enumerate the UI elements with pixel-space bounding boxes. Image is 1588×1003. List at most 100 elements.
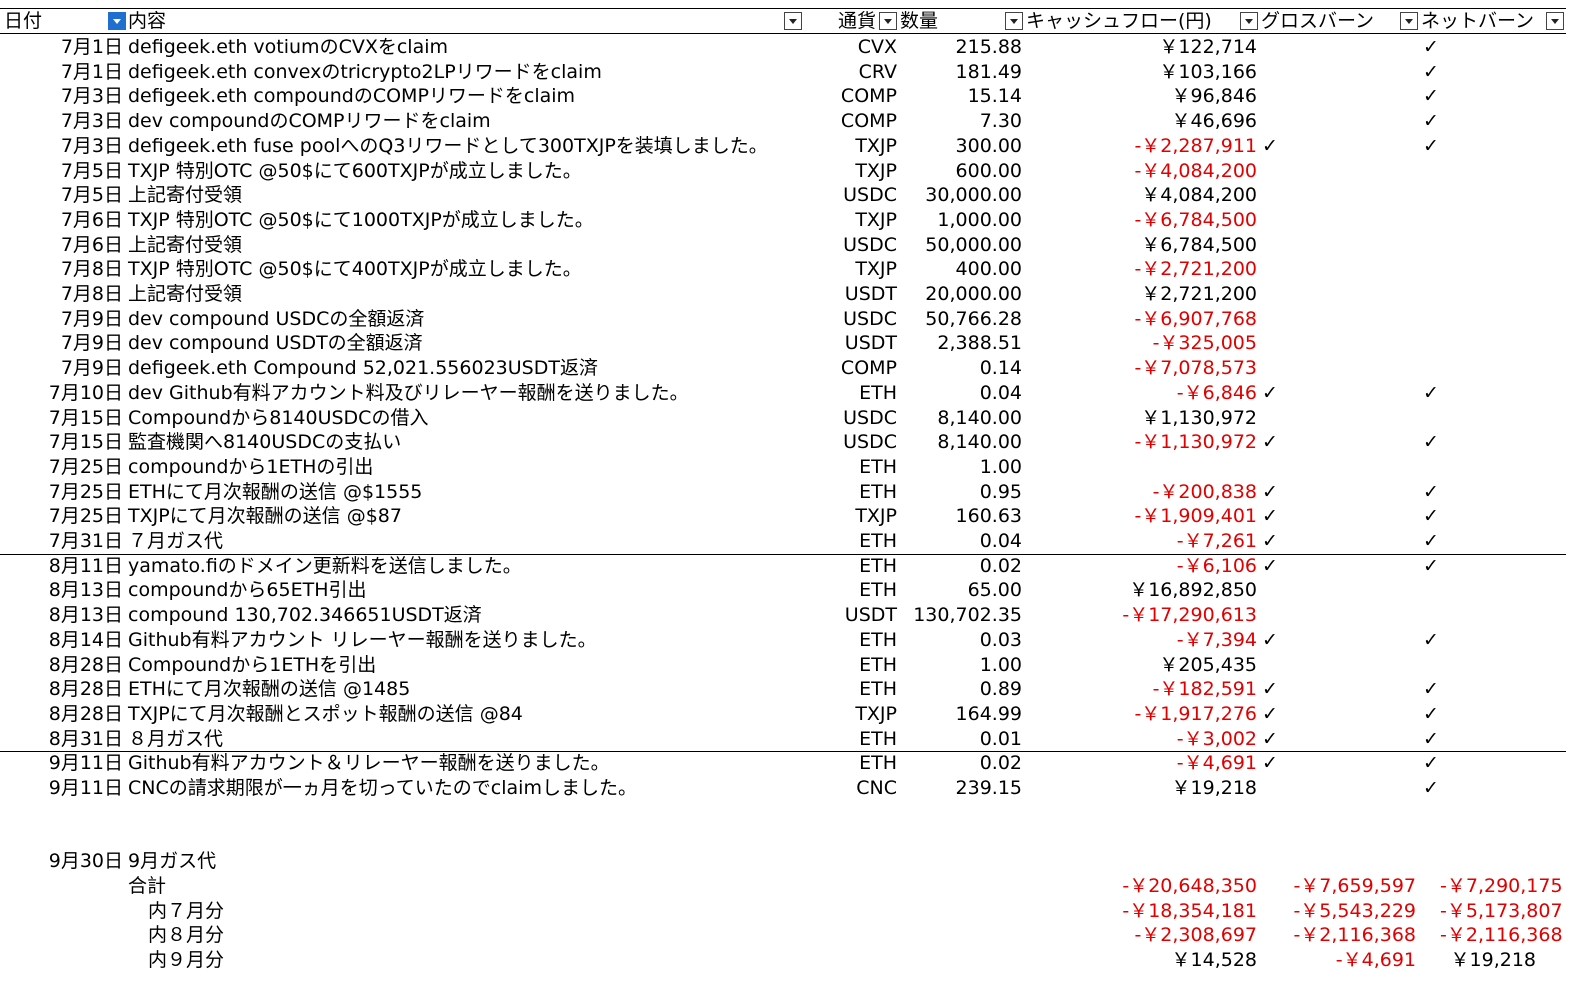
cell-cashflow[interactable]: ￥103,166	[1026, 60, 1257, 84]
cell-gross-burn-check[interactable]	[1262, 84, 1282, 108]
cell-cashflow[interactable]: ￥6,784,500	[1026, 233, 1257, 257]
cell-quantity[interactable]: 0.02	[900, 751, 1022, 775]
cell-content[interactable]: CNCの請求期限が一ヵ月を切っていたのでclaimしました。	[128, 776, 828, 800]
filter-gross-burn-button[interactable]	[1400, 12, 1418, 30]
cell-content[interactable]: 上記寄付受領	[128, 282, 828, 306]
cell-quantity[interactable]: 7.30	[900, 109, 1022, 133]
cell-gross-burn-check[interactable]	[1262, 208, 1282, 232]
cell-quantity[interactable]: 1.00	[900, 455, 1022, 479]
cell-gross-burn-check[interactable]	[1262, 257, 1282, 281]
cell-content[interactable]: defigeek.eth votiumのCVXをclaim	[128, 35, 828, 59]
cell-currency[interactable]: ETH	[800, 677, 897, 701]
cell-content[interactable]: Compoundから1ETHを引出	[128, 653, 828, 677]
cell-date[interactable]: 7月3日	[0, 84, 123, 108]
cell-quantity[interactable]: 0.04	[900, 529, 1022, 553]
cell-date[interactable]: 8月11日	[0, 554, 123, 578]
cell-gross-burn-check[interactable]	[1262, 109, 1282, 133]
cell-gross-burn-check[interactable]	[1262, 35, 1282, 59]
header-quantity[interactable]: 数量	[900, 9, 938, 33]
cell-gross-burn-check[interactable]: ✓	[1262, 727, 1282, 751]
cell-date[interactable]: 7月25日	[0, 480, 123, 504]
cell-net-burn-check[interactable]: ✓	[1423, 727, 1443, 751]
cell-content[interactable]: TXJP 特別OTC @50$にて1000TXJPが成立しました。	[128, 208, 828, 232]
cell-net-burn-check[interactable]	[1423, 159, 1443, 183]
cell-gross-burn-check[interactable]	[1262, 331, 1282, 355]
cell-date[interactable]: 7月31日	[0, 529, 123, 553]
cell-gross-burn-check[interactable]: ✓	[1262, 702, 1282, 726]
cell-quantity[interactable]: 65.00	[900, 578, 1022, 602]
header-cashflow[interactable]: キャッシュフロー(円)	[1026, 9, 1212, 33]
cell-net-burn-check[interactable]	[1423, 653, 1443, 677]
cell-date[interactable]: 7月25日	[0, 455, 123, 479]
cell-net-burn-check[interactable]: ✓	[1423, 529, 1443, 553]
cell-cashflow[interactable]: -￥2,287,911	[1026, 134, 1257, 158]
total-gross-burn[interactable]: -￥5,543,229	[1282, 899, 1416, 923]
cell-cashflow[interactable]: -￥2,721,200	[1026, 257, 1257, 281]
cell-gross-burn-check[interactable]	[1262, 776, 1282, 800]
cell-content[interactable]: TXJP 特別OTC @50$にて600TXJPが成立しました。	[128, 159, 828, 183]
cell-currency[interactable]: TXJP	[800, 208, 897, 232]
cell-cashflow[interactable]: ￥2,721,200	[1026, 282, 1257, 306]
cell-date[interactable]: 7月1日	[0, 60, 123, 84]
cell-net-burn-check[interactable]: ✓	[1423, 430, 1443, 454]
cell-quantity[interactable]: 215.88	[900, 35, 1022, 59]
total-cashflow[interactable]: -￥2,308,697	[1026, 923, 1257, 947]
cell-content[interactable]: TXJPにて月次報酬とスポット報酬の送信 @84	[128, 702, 828, 726]
cell-quantity[interactable]: 50,766.28	[900, 307, 1022, 331]
cell-date[interactable]: 7月5日	[0, 183, 123, 207]
cell-gross-burn-check[interactable]: ✓	[1262, 134, 1282, 158]
cell-date[interactable]: 7月5日	[0, 159, 123, 183]
cell-currency[interactable]: USDC	[800, 307, 897, 331]
cell-currency[interactable]: ETH	[800, 529, 897, 553]
cell-currency[interactable]: COMP	[800, 84, 897, 108]
cell-cashflow[interactable]: -￥325,005	[1026, 331, 1257, 355]
cell-currency[interactable]: ETH	[800, 554, 897, 578]
total-cashflow[interactable]: -￥20,648,350	[1026, 874, 1257, 898]
cell-currency[interactable]: USDC	[800, 406, 897, 430]
total-label[interactable]: 内８月分	[148, 923, 224, 947]
filter-quantity-button[interactable]	[1005, 12, 1023, 30]
total-net-burn[interactable]: -￥2,116,368	[1440, 923, 1563, 947]
cell-quantity[interactable]: 0.03	[900, 628, 1022, 652]
cell-content[interactable]: TXJPにて月次報酬の送信 @$87	[128, 504, 828, 528]
cell-content[interactable]: ８月ガス代	[128, 727, 828, 751]
cell-cashflow[interactable]: ￥46,696	[1026, 109, 1257, 133]
cell-content[interactable]: compoundから65ETH引出	[128, 578, 828, 602]
cell-content[interactable]: ETHにて月次報酬の送信 @1485	[128, 677, 828, 701]
cell-net-burn-check[interactable]: ✓	[1423, 381, 1443, 405]
cell-content[interactable]: Github有料アカウント リレーヤー報酬を送りました。	[128, 628, 828, 652]
cell-gross-burn-check[interactable]	[1262, 603, 1282, 627]
cell-date[interactable]: 7月15日	[0, 430, 123, 454]
cell-content[interactable]: Compoundから8140USDCの借入	[128, 406, 828, 430]
cell-cashflow[interactable]: -￥3,002	[1026, 727, 1257, 751]
cell-quantity[interactable]: 0.89	[900, 677, 1022, 701]
cell-currency[interactable]: USDT	[800, 603, 897, 627]
cell-cashflow[interactable]: -￥7,261	[1026, 529, 1257, 553]
cell-content[interactable]: defigeek.eth Compound 52,021.556023USDT返…	[128, 356, 828, 380]
cell-date[interactable]: 9月30日	[0, 849, 123, 873]
cell-content[interactable]: defigeek.eth compoundのCOMPリワードをclaim	[128, 84, 828, 108]
cell-currency[interactable]: CVX	[800, 35, 897, 59]
cell-date[interactable]: 8月13日	[0, 578, 123, 602]
cell-cashflow[interactable]: ￥122,714	[1026, 35, 1257, 59]
cell-quantity[interactable]: 181.49	[900, 60, 1022, 84]
total-gross-burn[interactable]: -￥4,691	[1282, 948, 1416, 972]
cell-net-burn-check[interactable]	[1423, 603, 1443, 627]
cell-date[interactable]: 7月3日	[0, 134, 123, 158]
cell-currency[interactable]: CRV	[800, 60, 897, 84]
cell-date[interactable]: 7月8日	[0, 257, 123, 281]
cell-net-burn-check[interactable]: ✓	[1423, 480, 1443, 504]
cell-cashflow[interactable]: -￥4,084,200	[1026, 159, 1257, 183]
cell-gross-burn-check[interactable]: ✓	[1262, 430, 1282, 454]
cell-date[interactable]: 7月9日	[0, 331, 123, 355]
cell-content[interactable]: dev compound USDCの全額返済	[128, 307, 828, 331]
total-net-burn[interactable]: -￥7,290,175	[1440, 874, 1563, 898]
cell-net-burn-check[interactable]	[1423, 331, 1443, 355]
cell-content[interactable]: Github有料アカウント＆リレーヤー報酬を送りました。	[128, 751, 828, 775]
cell-currency[interactable]: USDT	[800, 331, 897, 355]
filter-date-button[interactable]	[108, 12, 126, 30]
cell-gross-burn-check[interactable]	[1262, 356, 1282, 380]
cell-currency[interactable]: ETH	[800, 480, 897, 504]
cell-net-burn-check[interactable]: ✓	[1423, 702, 1443, 726]
cell-date[interactable]: 7月15日	[0, 406, 123, 430]
